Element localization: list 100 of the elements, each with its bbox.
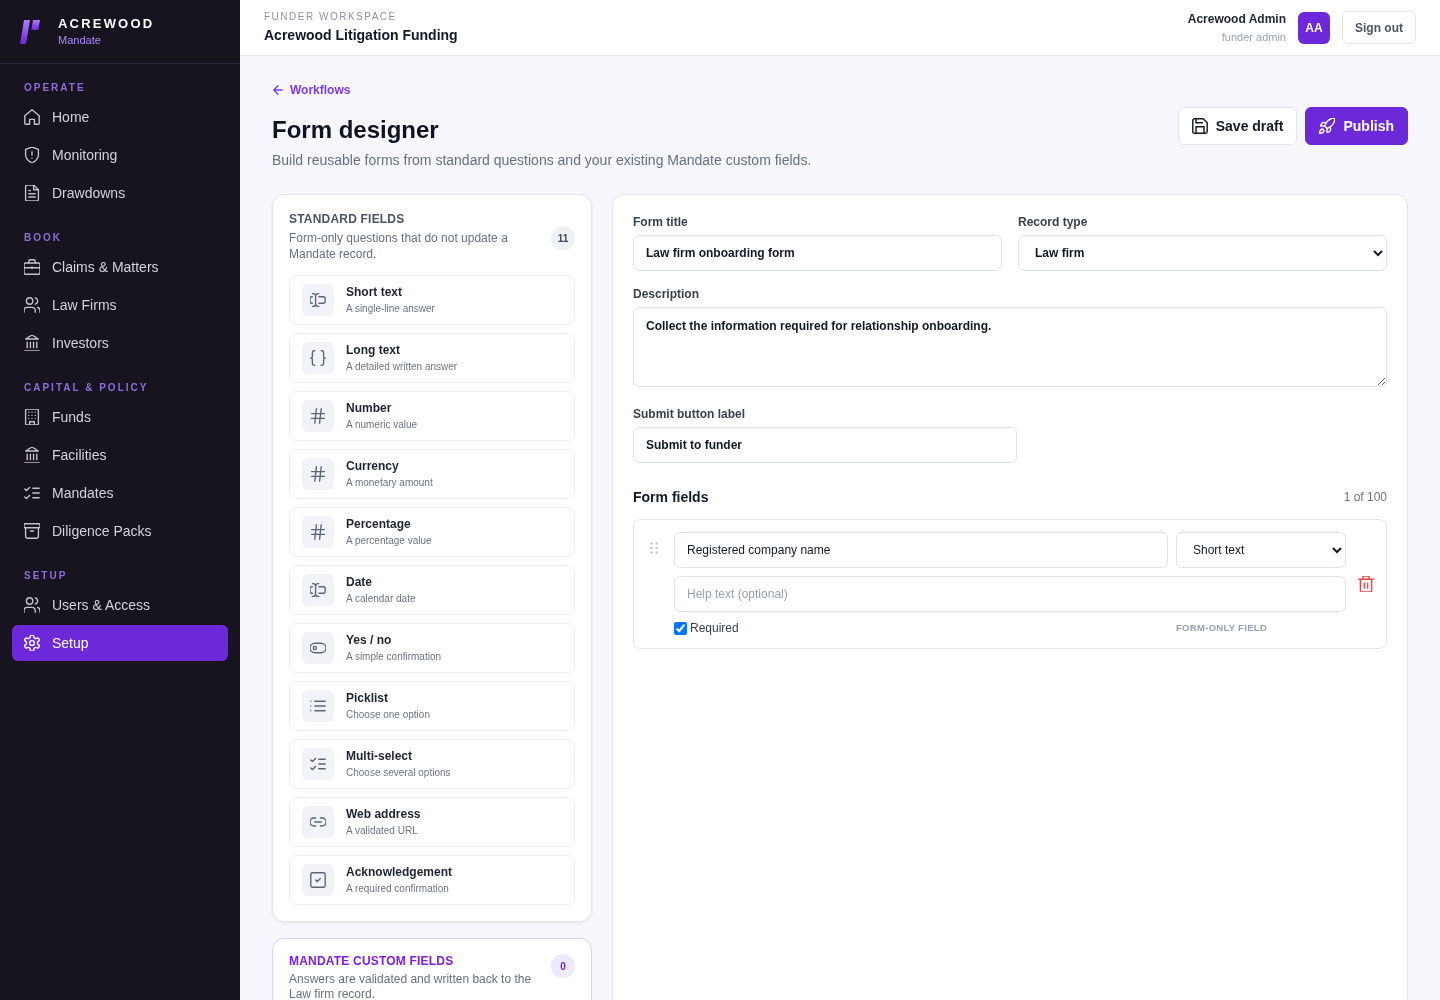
- nav-item[interactable]: Setup: [12, 625, 228, 661]
- document-icon: [24, 185, 40, 201]
- field-type-name: Web address: [346, 807, 421, 822]
- field-type-card[interactable]: Currency A monetary amount: [289, 449, 575, 499]
- nav-item[interactable]: Law Firms: [12, 287, 228, 323]
- briefcase-icon: [24, 259, 40, 275]
- field-type-card[interactable]: Long text A detailed written answer: [289, 333, 575, 383]
- settings-icon: [24, 635, 40, 651]
- link-icon: [302, 806, 334, 838]
- field-type-card[interactable]: Short text A single-line answer: [289, 275, 575, 325]
- save-draft-button[interactable]: Save draft: [1177, 107, 1298, 145]
- nav-item[interactable]: Users & Access: [12, 587, 228, 623]
- description-textarea[interactable]: Collect the information required for relationship onboarding.: [633, 307, 1387, 387]
- nav-item[interactable]: Mandates: [12, 475, 228, 511]
- bank-icon: [24, 447, 40, 463]
- field-type-description: A simple confirmation: [346, 650, 442, 663]
- user-role: funder admin: [1221, 30, 1286, 44]
- trash-icon[interactable]: [1358, 576, 1374, 592]
- archive-box-icon: [24, 523, 40, 539]
- nav-item[interactable]: Facilities: [12, 437, 228, 473]
- field-type-card[interactable]: Multi-select Choose several options: [289, 739, 575, 789]
- field-type-description: Choose several options: [346, 766, 451, 779]
- page-subtitle: Build reusable forms from standard questions and your existing Mandate custom fields.: [272, 151, 812, 170]
- nav-item[interactable]: Claims & Matters: [12, 249, 228, 285]
- checkbox-icon: [302, 864, 334, 896]
- shield-icon: [24, 147, 40, 163]
- back-link[interactable]: Workflows: [272, 82, 351, 98]
- field-scope-label: FORM-ONLY FIELD: [1176, 621, 1269, 635]
- nav-item[interactable]: Funds: [12, 399, 228, 435]
- required-label: Required: [690, 620, 739, 636]
- required-checkbox[interactable]: [674, 621, 687, 635]
- field-type-select[interactable]: Short text: [1176, 532, 1346, 568]
- help-text-input[interactable]: Help text (optional): [674, 576, 1346, 612]
- field-type-name: Percentage: [346, 517, 412, 532]
- user-avatar[interactable]: AA: [1298, 11, 1330, 44]
- panel-title: MANDATE CUSTOM FIELDS: [289, 953, 455, 969]
- field-type-name: Picklist: [346, 691, 390, 706]
- hash-icon: [302, 516, 334, 548]
- field-name-input[interactable]: Registered company name: [674, 532, 1168, 568]
- list-icon: [302, 690, 334, 722]
- bank-icon: [24, 335, 40, 351]
- save-icon: [1191, 118, 1208, 134]
- field-type-description: A validated URL: [346, 824, 419, 837]
- field-type-card[interactable]: Percentage A percentage value: [289, 507, 575, 557]
- user-name: Acrewood Admin: [1187, 11, 1286, 27]
- product-name: Mandate: [58, 33, 102, 47]
- field-type-card[interactable]: Number A numeric value: [289, 391, 575, 441]
- field-type-card[interactable]: Acknowledgement A required confirmation: [289, 855, 575, 905]
- field-count: 1 of 100: [1343, 489, 1387, 505]
- text-cursor-icon: [302, 284, 334, 316]
- field-type-name: Multi-select: [346, 749, 413, 764]
- sign-out-button[interactable]: Sign out: [1342, 11, 1416, 44]
- nav-section-label: BOOK: [23, 231, 63, 245]
- count-badge: 11: [551, 226, 575, 250]
- field-type-name: Long text: [346, 343, 401, 358]
- field-type-card[interactable]: Date A calendar date: [289, 565, 575, 615]
- field-type-name: Number: [346, 401, 393, 416]
- nav-section-label: SETUP: [23, 569, 69, 583]
- section-title: Form fields: [633, 489, 709, 505]
- nav-item[interactable]: Home: [12, 99, 228, 135]
- field-type-description: A required confirmation: [346, 882, 450, 895]
- building-icon: [24, 409, 40, 425]
- hash-icon: [302, 400, 334, 432]
- publish-button[interactable]: Publish: [1305, 107, 1408, 145]
- braces-icon: [302, 342, 334, 374]
- users-icon: [24, 597, 40, 613]
- toggle-icon: [302, 632, 334, 664]
- drag-handle-icon[interactable]: [650, 542, 658, 554]
- nav-item[interactable]: Drawdowns: [12, 175, 228, 211]
- submit-label-input[interactable]: Submit to funder: [633, 427, 1017, 463]
- field-type-name: Currency: [346, 459, 400, 474]
- checklist-icon: [302, 748, 334, 780]
- checklist-icon: [24, 485, 40, 501]
- text-cursor-icon: [302, 574, 334, 606]
- workspace-label: FUNDER WORKSPACE: [264, 11, 398, 23]
- field-type-description: A single-line answer: [346, 302, 435, 315]
- home-icon: [24, 109, 40, 125]
- form-title-input[interactable]: Law firm onboarding form: [633, 235, 1002, 271]
- field-label: Submit button label: [633, 407, 746, 421]
- nav-item[interactable]: Investors: [12, 325, 228, 361]
- field-label: Description: [633, 287, 700, 301]
- nav-section-label: OPERATE: [23, 81, 87, 95]
- field-type-description: A detailed written answer: [346, 360, 458, 373]
- field-type-card[interactable]: Web address A validated URL: [289, 797, 575, 847]
- page-title: Form designer: [272, 115, 440, 145]
- rocket-icon: [1319, 118, 1336, 134]
- field-label: Form title: [633, 215, 689, 229]
- nav-item[interactable]: Monitoring: [12, 137, 228, 173]
- field-type-description: A percentage value: [346, 534, 432, 547]
- field-type-card[interactable]: Picklist Choose one option: [289, 681, 575, 731]
- record-type-select[interactable]: Law firm: [1018, 235, 1387, 271]
- hash-icon: [302, 458, 334, 490]
- field-type-description: A calendar date: [346, 592, 416, 605]
- field-type-card[interactable]: Yes / no A simple confirmation: [289, 623, 575, 673]
- field-type-name: Yes / no: [346, 633, 393, 648]
- field-type-description: A numeric value: [346, 418, 418, 431]
- nav-section-label: CAPITAL & POLICY: [23, 381, 150, 395]
- logo-icon: [20, 19, 40, 44]
- nav-item[interactable]: Diligence Packs: [12, 513, 228, 549]
- arrow-left-icon: [272, 84, 284, 96]
